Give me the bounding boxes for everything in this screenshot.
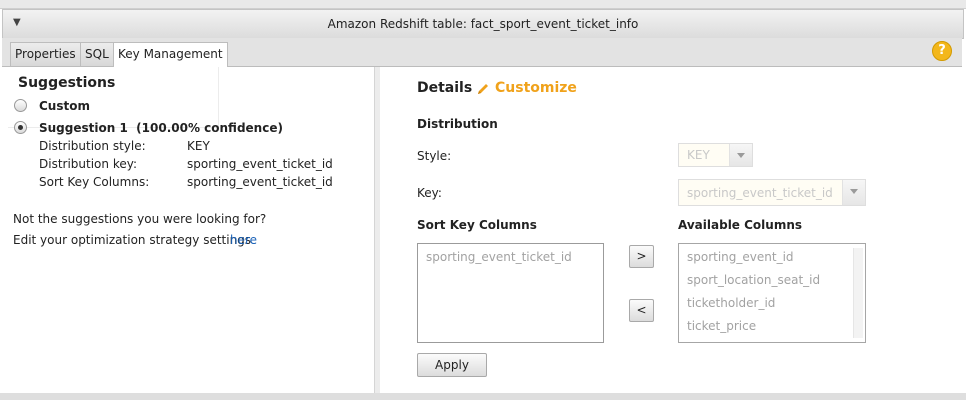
distribution-heading: Distribution bbox=[417, 117, 498, 131]
tab-sql[interactable]: SQL bbox=[80, 42, 114, 66]
bottom-bar bbox=[0, 393, 966, 400]
details-panel: Details Customize Distribution Style: KE… bbox=[380, 67, 962, 393]
suggestion-1-label[interactable]: Suggestion 1 (100.00% confidence) bbox=[39, 121, 283, 135]
list-item[interactable]: ticket_price bbox=[687, 319, 756, 333]
chevron-down-icon[interactable] bbox=[842, 180, 865, 205]
suggestions-footer-question: Not the suggestions you were looking for… bbox=[13, 212, 267, 226]
move-to-available-button[interactable]: < bbox=[629, 299, 654, 322]
sort-key-columns-value: sporting_event_ticket_id bbox=[187, 175, 333, 189]
vertical-scrollbar[interactable] bbox=[853, 248, 863, 338]
optimization-settings-link[interactable]: here bbox=[230, 233, 257, 247]
apply-button[interactable]: Apply bbox=[417, 353, 487, 377]
key-label: Key: bbox=[417, 186, 442, 200]
key-select-value: sporting_event_ticket_id bbox=[687, 186, 833, 200]
details-title: Details bbox=[417, 80, 473, 96]
sort-key-columns-heading: Sort Key Columns bbox=[417, 218, 537, 232]
distribution-key-label: Distribution key: bbox=[39, 157, 137, 171]
style-select[interactable]: KEY bbox=[678, 143, 753, 167]
sort-key-columns-label: Sort Key Columns: bbox=[39, 175, 150, 189]
pencil-icon[interactable] bbox=[475, 81, 491, 97]
distribution-style-label: Distribution style: bbox=[39, 139, 146, 153]
available-columns-list[interactable]: sporting_event_id sport_location_seat_id… bbox=[678, 243, 866, 343]
panel-title-bar[interactable]: ▼ Amazon Redshift table: fact_sport_even… bbox=[2, 9, 964, 39]
custom-option-label[interactable]: Custom bbox=[39, 99, 90, 113]
list-item[interactable]: ticketholder_id bbox=[687, 296, 775, 310]
list-item[interactable]: sporting_event_ticket_id bbox=[426, 250, 572, 264]
suggestions-title: Suggestions bbox=[18, 75, 116, 91]
distribution-style-value: KEY bbox=[187, 139, 210, 153]
move-to-sort-key-button[interactable]: > bbox=[629, 245, 654, 268]
distribution-key-value: sporting_event_ticket_id bbox=[187, 157, 333, 171]
top-strip bbox=[0, 0, 966, 9]
style-select-value: KEY bbox=[687, 148, 710, 162]
available-columns-heading: Available Columns bbox=[678, 218, 803, 232]
tab-bar: Properties SQL Key Management ? bbox=[2, 38, 962, 67]
list-item[interactable]: sporting_event_id bbox=[687, 250, 794, 264]
suggestions-panel: Suggestions Custom Suggestion 1 (100.00%… bbox=[8, 67, 374, 393]
style-label: Style: bbox=[417, 149, 452, 163]
suggestions-footer-text: Edit your optimization strategy settings bbox=[13, 233, 252, 247]
window-title: Amazon Redshift table: fact_sport_event_… bbox=[327, 17, 639, 31]
custom-radio[interactable] bbox=[14, 99, 27, 112]
list-item[interactable]: sport_location_seat_id bbox=[687, 273, 820, 287]
sort-key-columns-list[interactable]: sporting_event_ticket_id bbox=[417, 243, 604, 343]
chevron-down-icon[interactable] bbox=[729, 144, 752, 166]
tab-key-management[interactable]: Key Management bbox=[113, 42, 228, 67]
suggestion-1-radio[interactable] bbox=[14, 121, 27, 134]
key-select[interactable]: sporting_event_ticket_id bbox=[678, 179, 866, 206]
customize-button[interactable]: Customize bbox=[495, 80, 577, 96]
tab-properties[interactable]: Properties bbox=[10, 42, 81, 66]
help-icon[interactable]: ? bbox=[932, 41, 952, 61]
